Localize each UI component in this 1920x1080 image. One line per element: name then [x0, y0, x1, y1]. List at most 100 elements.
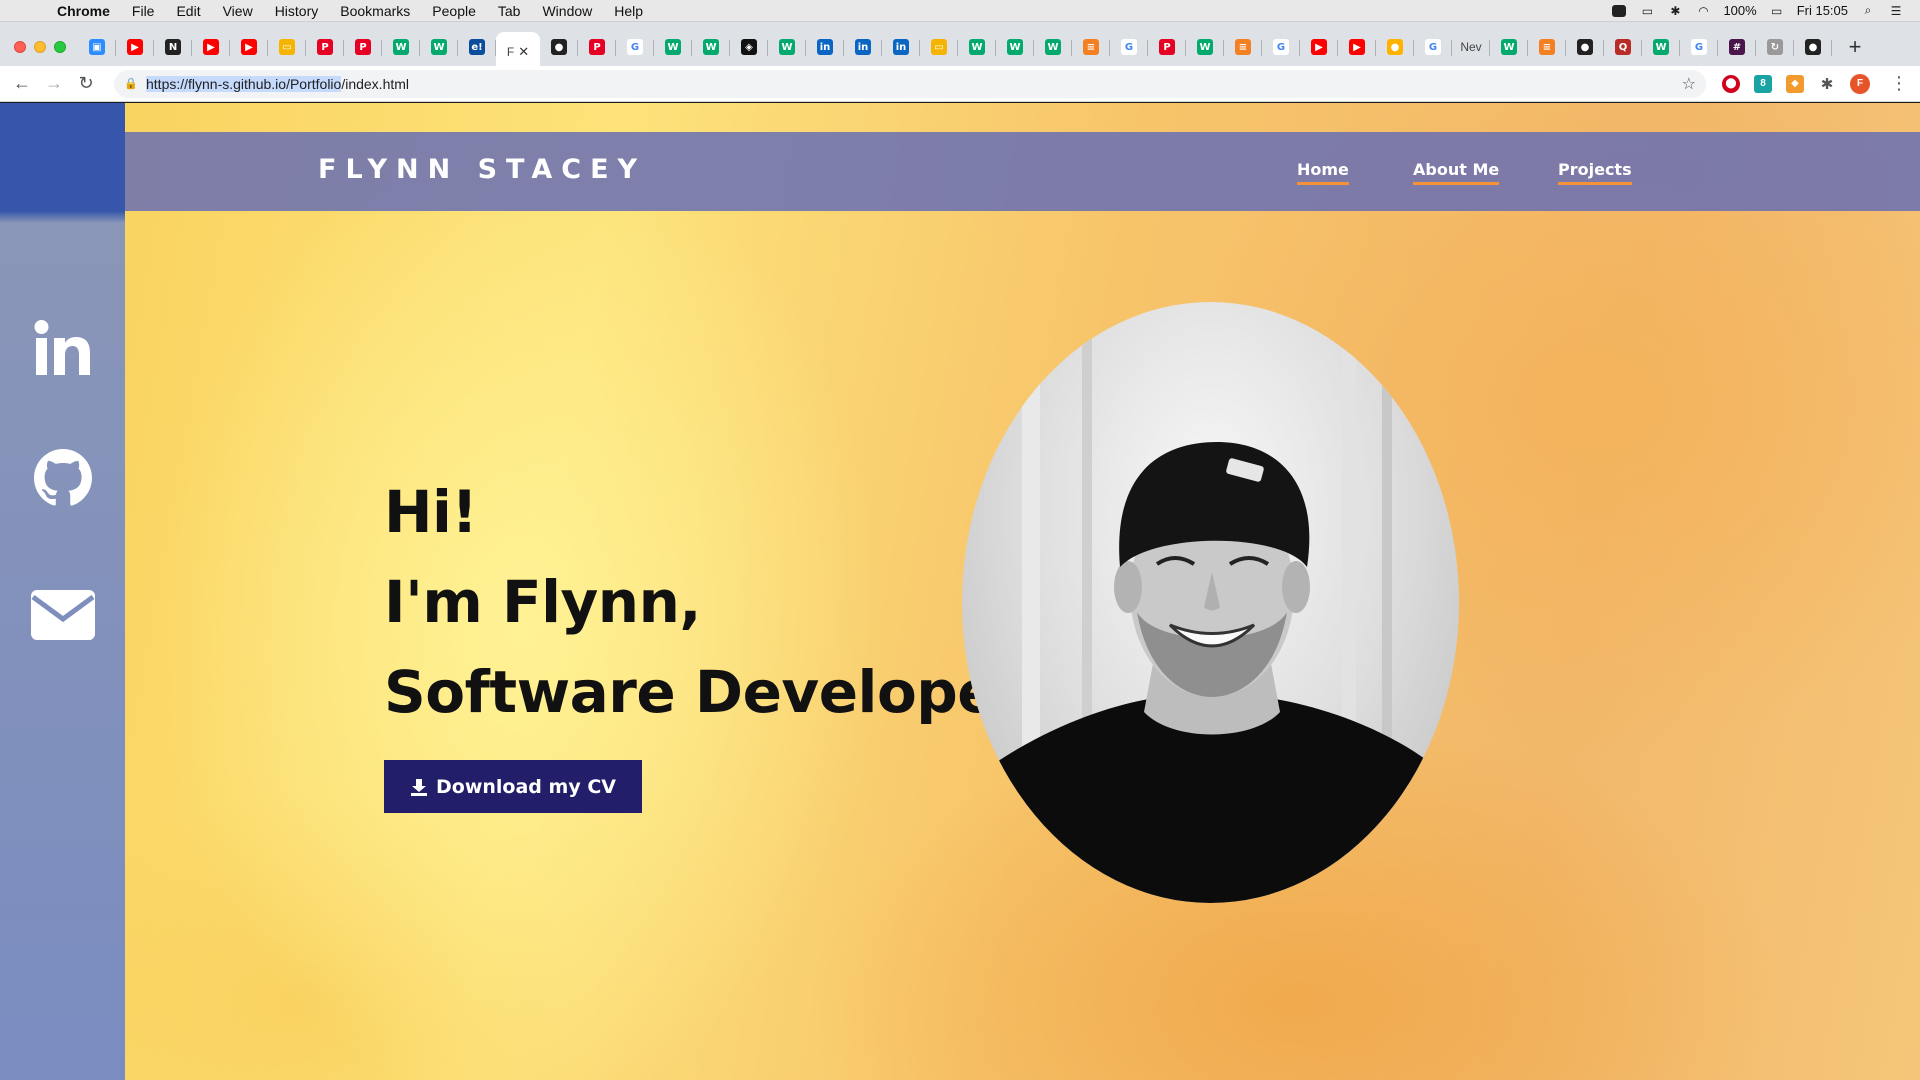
- tab-right-15[interactable]: G: [1110, 30, 1148, 64]
- spotlight-icon[interactable]: ⌕: [1860, 3, 1876, 18]
- tab-strip: ▣ ▶ N ▶ ▶ ▭ P P W We! F ✕ ● P G W W ◈ Win in in ▭ W W W ≡ G P W ≡ G…: [0, 22, 1920, 72]
- tab-right-14[interactable]: ≡: [1072, 30, 1110, 64]
- reload-button[interactable]: ↻: [70, 68, 102, 100]
- tab-right-12[interactable]: W: [996, 30, 1034, 64]
- email-link[interactable]: [0, 570, 125, 660]
- tab-right-7[interactable]: in: [806, 30, 844, 64]
- menu-tab[interactable]: Tab: [487, 3, 532, 19]
- social-sidebar: [0, 103, 125, 1080]
- tab-right-22[interactable]: ●: [1376, 30, 1414, 64]
- tab-left-4[interactable]: ▶: [230, 30, 268, 64]
- site-brand[interactable]: FLYNN STACEY: [318, 154, 646, 185]
- bluetooth-icon[interactable]: ✱: [1667, 4, 1683, 18]
- close-tab-icon[interactable]: ✕: [518, 44, 529, 60]
- sync-favicon-icon: ↻: [1767, 39, 1783, 55]
- tab-left-9[interactable]: W: [420, 30, 458, 64]
- tab-right-4[interactable]: W: [692, 30, 730, 64]
- tab-right-1[interactable]: P: [578, 30, 616, 64]
- github-favicon-icon: ●: [551, 39, 567, 55]
- clock[interactable]: Fri 15:05: [1797, 3, 1848, 18]
- screen-record-icon[interactable]: [1611, 4, 1627, 18]
- tab-tail-1[interactable]: ≡: [1528, 30, 1566, 64]
- tab-right-19[interactable]: G: [1262, 30, 1300, 64]
- tab-left-2[interactable]: N: [154, 30, 192, 64]
- tab-tail-0[interactable]: W: [1490, 30, 1528, 64]
- profile-avatar[interactable]: F: [1850, 73, 1870, 94]
- tab-left-8[interactable]: W: [382, 30, 420, 64]
- menu-history[interactable]: History: [264, 3, 330, 19]
- tab-right-10[interactable]: ▭: [920, 30, 958, 64]
- kebab-menu-icon[interactable]: ⋮: [1890, 73, 1908, 94]
- tab-list: ▣ ▶ N ▶ ▶ ▭ P P W We!: [78, 22, 496, 72]
- menu-app-name[interactable]: Chrome: [46, 3, 121, 19]
- tab-right-8[interactable]: in: [844, 30, 882, 64]
- menu-window[interactable]: Window: [531, 3, 603, 19]
- tab-right-9[interactable]: in: [882, 30, 920, 64]
- menu-help[interactable]: Help: [603, 3, 654, 19]
- tab-right-2[interactable]: G: [616, 30, 654, 64]
- tab-right-13[interactable]: W: [1034, 30, 1072, 64]
- active-tab-title: F: [506, 45, 515, 59]
- tab-tail-7[interactable]: ↻: [1756, 30, 1794, 64]
- new-tab-button[interactable]: +: [1838, 30, 1872, 64]
- tab-right-20[interactable]: ▶: [1300, 30, 1338, 64]
- menu-view[interactable]: View: [212, 3, 264, 19]
- tab-tail-2[interactable]: ●: [1566, 30, 1604, 64]
- puzzle-extensions-icon[interactable]: ✱: [1818, 75, 1836, 93]
- tab-right-18[interactable]: ≡: [1224, 30, 1262, 64]
- tab-left-10[interactable]: e!: [458, 30, 496, 64]
- address-bar[interactable]: 🔒 https://flynn-s.github.io/Portfolio/in…: [114, 69, 1706, 98]
- tab-right-21[interactable]: ▶: [1338, 30, 1376, 64]
- notification-center-icon[interactable]: ☰: [1888, 4, 1904, 18]
- tab-right-23[interactable]: G: [1414, 30, 1452, 64]
- tab-right-3[interactable]: W: [654, 30, 692, 64]
- google-favicon-icon: G: [627, 39, 643, 55]
- close-window-button[interactable]: [14, 41, 26, 53]
- tab-left-7[interactable]: P: [344, 30, 382, 64]
- lock-icon[interactable]: 🔒: [124, 77, 146, 90]
- wifi-icon[interactable]: ◠: [1695, 4, 1711, 18]
- url-selected-text: https://flynn-s.github.io/Portfolio: [146, 75, 342, 92]
- tab-tail-3[interactable]: Q: [1604, 30, 1642, 64]
- tab-right-0[interactable]: ●: [540, 30, 578, 64]
- tab-right-16[interactable]: P: [1148, 30, 1186, 64]
- nav-about-me[interactable]: About Me: [1413, 160, 1500, 185]
- nav-projects[interactable]: Projects: [1558, 160, 1632, 185]
- menu-people[interactable]: People: [421, 3, 487, 19]
- tab-left-6[interactable]: P: [306, 30, 344, 64]
- counter-extension-icon[interactable]: 8: [1754, 74, 1772, 93]
- profile-photo: [962, 302, 1459, 903]
- minimize-window-button[interactable]: [34, 41, 46, 53]
- ublock-extension-icon[interactable]: ⬤: [1722, 74, 1740, 93]
- tab-right-6[interactable]: W: [768, 30, 806, 64]
- w3schools-favicon-icon: W: [779, 39, 795, 55]
- battery-icon[interactable]: ▭: [1769, 4, 1785, 18]
- maximize-window-button[interactable]: [54, 41, 66, 53]
- download-cv-button[interactable]: Download my CV: [384, 760, 642, 813]
- tab-tail-4[interactable]: W: [1642, 30, 1680, 64]
- tab-left-5[interactable]: ▭: [268, 30, 306, 64]
- github-link[interactable]: [0, 433, 125, 523]
- tab-right-5[interactable]: ◈: [730, 30, 768, 64]
- nav-home[interactable]: Home: [1297, 160, 1349, 185]
- tab-tail-5[interactable]: G: [1680, 30, 1718, 64]
- tab-left-1[interactable]: ▶: [116, 30, 154, 64]
- tab-left-0[interactable]: ▣: [78, 30, 116, 64]
- forward-button[interactable]: →: [38, 68, 70, 100]
- back-button[interactable]: ←: [6, 68, 38, 100]
- off-extension-icon[interactable]: ◆: [1786, 74, 1804, 93]
- tab-tail-8[interactable]: ●: [1794, 30, 1832, 64]
- w3schools-favicon-icon: W: [969, 39, 985, 55]
- menu-file[interactable]: File: [121, 3, 166, 19]
- linkedin-link[interactable]: [0, 303, 125, 393]
- google-favicon-icon: G: [1273, 39, 1289, 55]
- menu-bookmarks[interactable]: Bookmarks: [329, 3, 421, 19]
- bookmark-star-icon[interactable]: ☆: [1682, 74, 1696, 94]
- airplay-icon[interactable]: ▭: [1639, 4, 1655, 18]
- tab-left-3[interactable]: ▶: [192, 30, 230, 64]
- tab-right-11[interactable]: W: [958, 30, 996, 64]
- menu-edit[interactable]: Edit: [165, 3, 211, 19]
- tab-tail-6[interactable]: #: [1718, 30, 1756, 64]
- tab-right-17[interactable]: W: [1186, 30, 1224, 64]
- tab-new-page[interactable]: Nev: [1452, 30, 1490, 64]
